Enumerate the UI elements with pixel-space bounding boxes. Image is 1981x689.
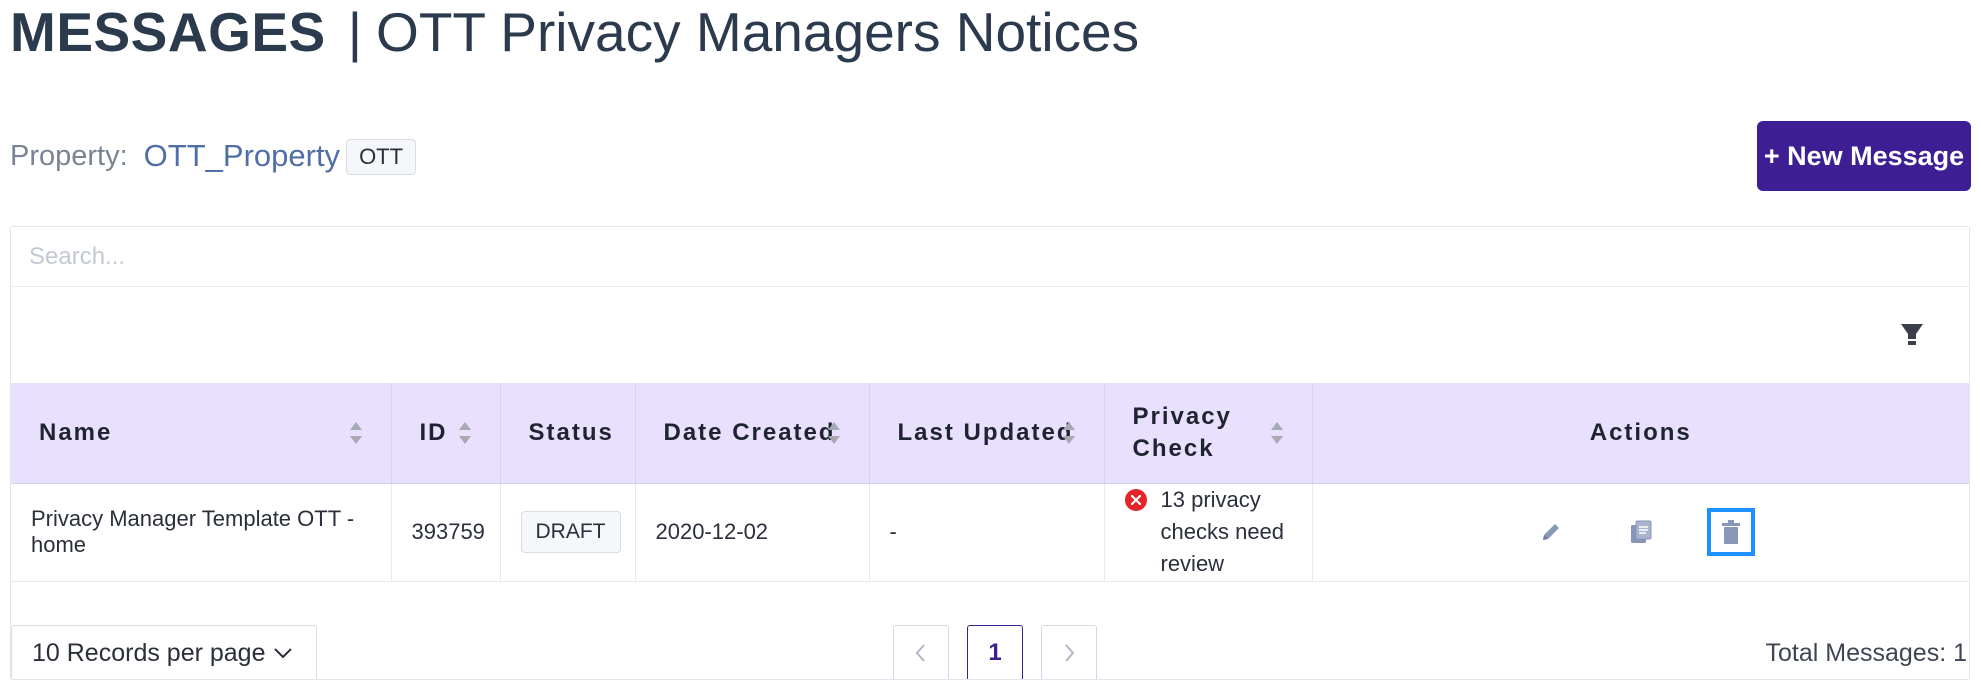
cell-name: Privacy Manager Template OTT - home [11,483,392,582]
filter-icon[interactable] [1899,321,1925,347]
chevron-left-icon [915,644,925,662]
sort-icon[interactable] [1062,420,1076,446]
column-header-actions: Actions [1312,383,1969,484]
records-per-page-label: 10 Records per page [32,638,266,667]
cell-actions [1312,483,1969,582]
column-header-last-updated[interactable]: Last Updated [869,383,1105,484]
chevron-right-icon [1065,644,1075,662]
property-link[interactable]: OTT_Property [144,138,340,174]
pagination: 1 [893,625,1097,679]
cell-date-created: 2020-12-02 [635,483,870,582]
status-badge: DRAFT [520,511,621,553]
total-messages: Total Messages: 1 [1765,638,1968,667]
page-title-main: MESSAGES [10,1,326,63]
chevron-down-icon [274,648,293,659]
prev-page-button[interactable] [893,625,949,679]
column-header-date-created-label: Date Created [663,418,836,446]
messages-table: Name ID Status Date Created Last Updated [11,383,1969,582]
edit-icon [1542,524,1559,540]
column-header-status: Status [500,383,636,484]
column-header-status-label: Status [528,418,614,446]
column-header-actions-label: Actions [1589,418,1692,446]
page-title-sub: OTT Privacy Managers Notices [376,1,1140,63]
title-separator: | [347,1,363,63]
sort-icon[interactable] [458,420,472,446]
delete-icon [1721,520,1740,544]
table-header-row: Name ID Status Date Created Last Updated [11,383,1969,484]
edit-button[interactable] [1527,508,1575,556]
cell-status: DRAFT [500,483,636,582]
property-type-tag: OTT [346,139,417,175]
property-label: Property: [10,139,128,172]
sort-icon[interactable] [827,420,841,446]
column-header-name[interactable]: Name [11,383,392,484]
column-header-privacy-check-label: Privacy Check [1132,402,1232,462]
error-icon [1124,489,1147,511]
search-input[interactable] [11,227,1969,287]
cell-privacy-check: 13 privacy checks need review [1104,483,1313,582]
property-row: Property: OTT_Property OTT [10,134,417,178]
delete-button[interactable] [1706,508,1755,556]
column-header-id-label: ID [419,418,448,446]
page-title: MESSAGES | OTT Privacy Managers Notices [10,0,1139,70]
copy-icon [1630,520,1652,543]
new-message-button[interactable]: + New Message [1757,121,1971,191]
records-per-page-select[interactable]: 10 Records per page [11,625,317,679]
page-button[interactable]: 1 [967,625,1023,679]
column-header-last-updated-label: Last Updated [897,418,1074,446]
messages-panel: Name ID Status Date Created Last Updated [10,226,1970,680]
copy-button[interactable] [1617,508,1665,556]
column-header-name-label: Name [39,418,113,446]
next-page-button[interactable] [1041,625,1097,679]
sort-icon[interactable] [349,420,363,446]
sort-icon[interactable] [1270,420,1284,446]
table-row[interactable]: Privacy Manager Template OTT - home 3937… [11,483,1969,582]
column-header-date-created[interactable]: Date Created [635,383,870,484]
cell-id: 393759 [391,483,501,582]
cell-last-updated: - [869,483,1105,582]
privacy-check-text: 13 privacy checks need review [1160,487,1285,576]
column-header-id[interactable]: ID [391,383,501,484]
column-header-privacy-check[interactable]: Privacy Check [1104,383,1313,484]
row-actions [1333,508,1950,556]
